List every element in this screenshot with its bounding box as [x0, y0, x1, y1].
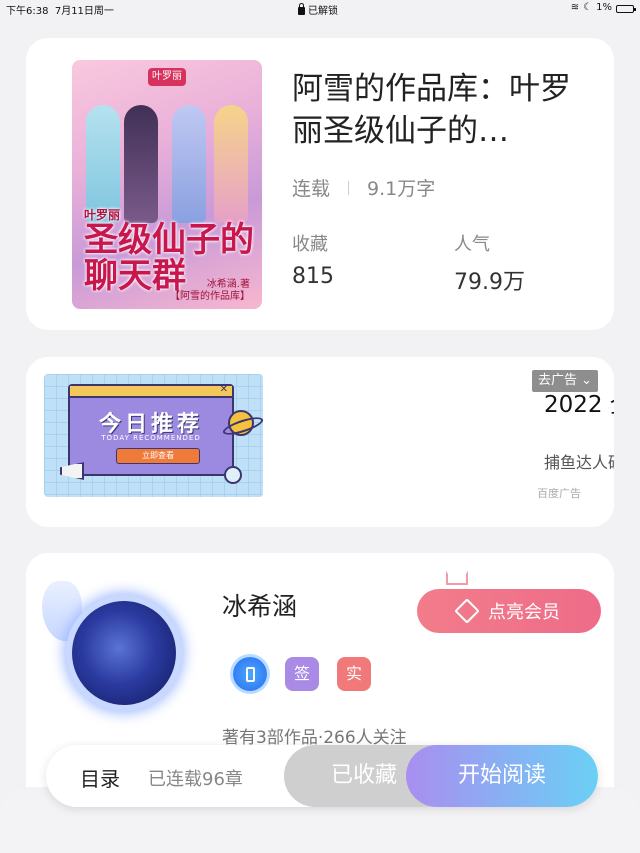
diamond-icon	[454, 598, 480, 624]
lock-icon	[298, 3, 305, 15]
chevron-down-icon: ⌄	[581, 373, 593, 388]
cover-figure	[172, 105, 206, 223]
remove-ad-button[interactable]: 去广告 ⌄	[532, 370, 599, 392]
cover-author: 冰希涵.著 【阿雪的作品库】	[170, 279, 250, 303]
ad-image-window: ✕ 今日推荐 TODAY RECOMMENDED 立即查看	[68, 384, 234, 476]
cover-series-line: 【阿雪的作品库】	[170, 291, 250, 302]
toc-button[interactable]: 目录	[80, 763, 120, 792]
moon-icon: ☾	[583, 2, 593, 13]
megaphone-icon	[60, 462, 84, 480]
start-reading-button[interactable]: 开始阅读	[406, 745, 598, 807]
status-right: ≋ ☾ 1%	[570, 2, 636, 13]
remove-ad-label: 去广告	[538, 373, 578, 388]
chapter-count[interactable]: 已连载96章	[148, 765, 243, 791]
cover-figure	[86, 105, 120, 223]
status-time: 下午6:38	[6, 6, 49, 17]
wifi-icon: ≋	[570, 2, 580, 13]
favorites-stat: 收藏 815	[292, 230, 334, 289]
popularity-label: 人气	[454, 234, 490, 255]
crown-icon	[446, 571, 468, 585]
author-name[interactable]: 冰希涵	[222, 587, 297, 623]
book-info-card: 叶罗丽 叶罗丽 圣级仙子的聊天群 冰希涵.著 【阿雪的作品库】 阿雪的作品库：叶…	[26, 38, 614, 330]
book-title: 阿雪的作品库：叶罗丽圣级仙子的…	[292, 71, 571, 149]
ad-card[interactable]: ✕ 今日推荐 TODAY RECOMMENDED 立即查看 2022 全新 捕鱼…	[26, 357, 614, 527]
book-cover[interactable]: 叶罗丽 叶罗丽 圣级仙子的聊天群 冰希涵.著 【阿雪的作品库】	[72, 60, 262, 309]
lock-label: 已解锁	[308, 6, 338, 17]
book-status: 连载	[292, 178, 331, 200]
word-count: 9.1万字	[367, 178, 436, 200]
cover-badge: 叶罗丽	[148, 68, 186, 86]
ad-window-bar	[70, 386, 232, 398]
book-meta: 连载 9.1万字	[292, 174, 435, 201]
battery-icon	[616, 4, 636, 13]
status-time-date: 下午6:38 7月11日周一	[6, 2, 114, 17]
lock-status: 已解锁	[298, 2, 338, 17]
favorites-value: 815	[292, 264, 334, 289]
cover-author-line: 冰希涵.著	[206, 279, 250, 290]
popularity-value: 79.9万	[454, 270, 525, 295]
ad-source: 百度广告	[537, 487, 581, 500]
battery-percent: 1%	[596, 2, 612, 13]
ad-subtitle: 捕鱼达人破解	[544, 453, 614, 472]
popularity-stat: 人气 79.9万	[454, 230, 525, 296]
phone-verified-icon	[233, 657, 267, 691]
vip-button[interactable]: 点亮会员	[417, 589, 601, 633]
ad-image[interactable]: ✕ 今日推荐 TODAY RECOMMENDED 立即查看	[44, 374, 263, 497]
close-icon: ✕	[219, 384, 228, 395]
status-date: 7月11日周一	[54, 6, 114, 17]
ad-image-subtext: TODAY RECOMMENDED	[101, 434, 201, 442]
real-name-badge: 实	[337, 657, 371, 691]
cover-figure	[124, 105, 158, 223]
avatar	[72, 601, 176, 705]
ad-image-button: 立即查看	[116, 448, 200, 464]
planet-icon	[228, 410, 254, 436]
signed-badge: 签	[285, 657, 319, 691]
bottom-action-bar: 目录 已连载96章 已收藏 开始阅读	[46, 745, 598, 807]
favorites-label: 收藏	[292, 234, 328, 255]
author-avatar-frame[interactable]	[42, 571, 202, 731]
magnifier-icon	[224, 466, 242, 484]
divider	[348, 180, 350, 195]
vip-button-label: 点亮会员	[488, 602, 560, 623]
cover-figure	[214, 105, 248, 223]
status-bar: 下午6:38 7月11日周一 已解锁 ≋ ☾ 1%	[0, 0, 640, 17]
author-tags: 签 实	[233, 657, 371, 691]
